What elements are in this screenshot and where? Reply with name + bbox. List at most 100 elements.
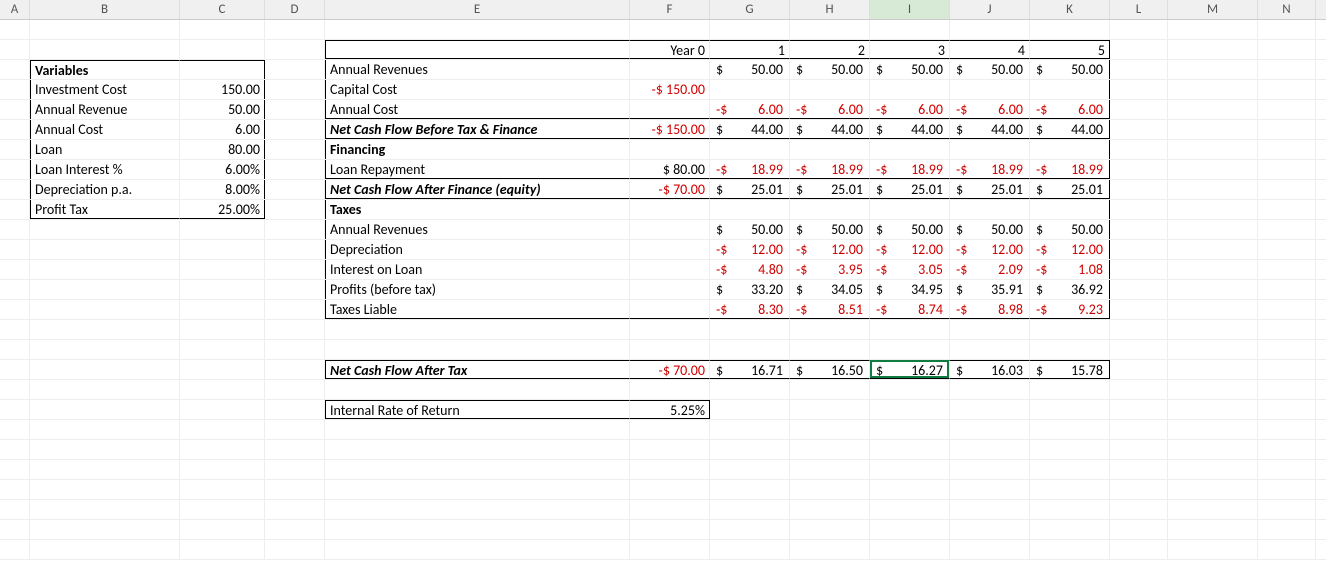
cell-D5[interactable] [265,100,325,119]
cell-I27[interactable] [870,540,950,559]
cell-M1[interactable] [1168,20,1258,39]
cell-I2[interactable]: 3 [870,40,950,59]
cell-D18[interactable] [265,360,325,379]
cell-A7[interactable] [0,140,30,159]
cell-J5[interactable]: -$6.00 [950,100,1030,119]
cell-C26[interactable] [180,520,265,539]
cell-K19[interactable] [1030,380,1110,399]
cell-D17[interactable] [265,340,325,359]
cell-E27[interactable] [325,540,630,559]
cell-N15[interactable] [1258,300,1316,319]
cell-N26[interactable] [1258,520,1316,539]
cell-H17[interactable] [790,340,870,359]
cell-D7[interactable] [265,140,325,159]
cell-M3[interactable] [1168,60,1258,79]
cell-A12[interactable] [0,240,30,259]
cell-I3[interactable]: $50.00 [870,60,950,79]
cell-A23[interactable] [0,460,30,479]
cell-O12[interactable] [1316,240,1326,259]
cell-M10[interactable] [1168,200,1258,219]
cell-O14[interactable] [1316,280,1326,299]
cell-G25[interactable] [710,500,790,519]
col-header-G[interactable]: G [710,0,790,19]
cell-J2[interactable]: 4 [950,40,1030,59]
cell-N27[interactable] [1258,540,1316,559]
cell-B9[interactable]: Depreciation p.a. [30,180,180,199]
cell-C2[interactable] [180,40,265,59]
cell-F19[interactable] [630,380,710,399]
cell-J21[interactable] [950,420,1030,439]
cell-O5[interactable] [1316,100,1326,119]
cell-B4[interactable]: Investment Cost [30,80,180,99]
cell-C5[interactable]: 50.00 [180,100,265,119]
col-header-O[interactable]: O [1316,0,1326,19]
cell-E19[interactable] [325,380,630,399]
cell-I18[interactable]: $16.27 [870,360,950,379]
cell-M8[interactable] [1168,160,1258,179]
cell-A18[interactable] [0,360,30,379]
cell-L7[interactable] [1110,140,1168,159]
cell-M25[interactable] [1168,500,1258,519]
col-header-F[interactable]: F [630,0,710,19]
cell-N1[interactable] [1258,20,1316,39]
cell-E6[interactable]: Net Cash Flow Before Tax & Finance [325,120,630,139]
cell-J11[interactable]: $50.00 [950,220,1030,239]
cell-G6[interactable]: $44.00 [710,120,790,139]
cell-K8[interactable]: -$18.99 [1030,160,1110,179]
cell-E20[interactable]: Internal Rate of Return [325,400,630,419]
cell-I14[interactable]: $34.95 [870,280,950,299]
cell-O18[interactable] [1316,360,1326,379]
cell-L5[interactable] [1110,100,1168,119]
cell-L11[interactable] [1110,220,1168,239]
cell-K22[interactable] [1030,440,1110,459]
cell-H26[interactable] [790,520,870,539]
cell-G24[interactable] [710,480,790,499]
cell-H19[interactable] [790,380,870,399]
cell-L3[interactable] [1110,60,1168,79]
cell-H21[interactable] [790,420,870,439]
cell-D3[interactable] [265,60,325,79]
cell-G19[interactable] [710,380,790,399]
cell-E4[interactable]: Capital Cost [325,80,630,99]
cell-D16[interactable] [265,320,325,339]
cell-K14[interactable]: $36.92 [1030,280,1110,299]
cell-K7[interactable] [1030,140,1110,159]
cell-C8[interactable]: 6.00% [180,160,265,179]
cell-M21[interactable] [1168,420,1258,439]
cell-O2[interactable] [1316,40,1326,59]
cell-J20[interactable] [950,400,1030,419]
cell-N17[interactable] [1258,340,1316,359]
cell-F17[interactable] [630,340,710,359]
spreadsheet[interactable]: A B C D E F G H I J K L M N O Year 01234… [0,0,1326,561]
cell-K9[interactable]: $25.01 [1030,180,1110,199]
cell-F16[interactable] [630,320,710,339]
cell-G26[interactable] [710,520,790,539]
cell-I17[interactable] [870,340,950,359]
cell-G20[interactable] [710,400,790,419]
cell-N24[interactable] [1258,480,1316,499]
cell-N8[interactable] [1258,160,1316,179]
cell-L8[interactable] [1110,160,1168,179]
cell-E21[interactable] [325,420,630,439]
cell-J12[interactable]: -$12.00 [950,240,1030,259]
cell-F9[interactable]: -$ 70.00 [630,180,710,199]
cell-J8[interactable]: -$18.99 [950,160,1030,179]
cell-J23[interactable] [950,460,1030,479]
cell-I10[interactable] [870,200,950,219]
cell-F24[interactable] [630,480,710,499]
cell-M23[interactable] [1168,460,1258,479]
cell-L22[interactable] [1110,440,1168,459]
cell-O22[interactable] [1316,440,1326,459]
cell-C16[interactable] [180,320,265,339]
cell-J15[interactable]: -$8.98 [950,300,1030,319]
cell-H14[interactable]: $34.05 [790,280,870,299]
cell-E12[interactable]: Depreciation [325,240,630,259]
cell-K4[interactable] [1030,80,1110,99]
cell-G10[interactable] [710,200,790,219]
cell-A5[interactable] [0,100,30,119]
cell-E15[interactable]: Taxes Liable [325,300,630,319]
cell-O11[interactable] [1316,220,1326,239]
grid-body[interactable]: Year 012345VariablesAnnual Revenues$50.0… [0,20,1326,560]
cell-F22[interactable] [630,440,710,459]
cell-N25[interactable] [1258,500,1316,519]
